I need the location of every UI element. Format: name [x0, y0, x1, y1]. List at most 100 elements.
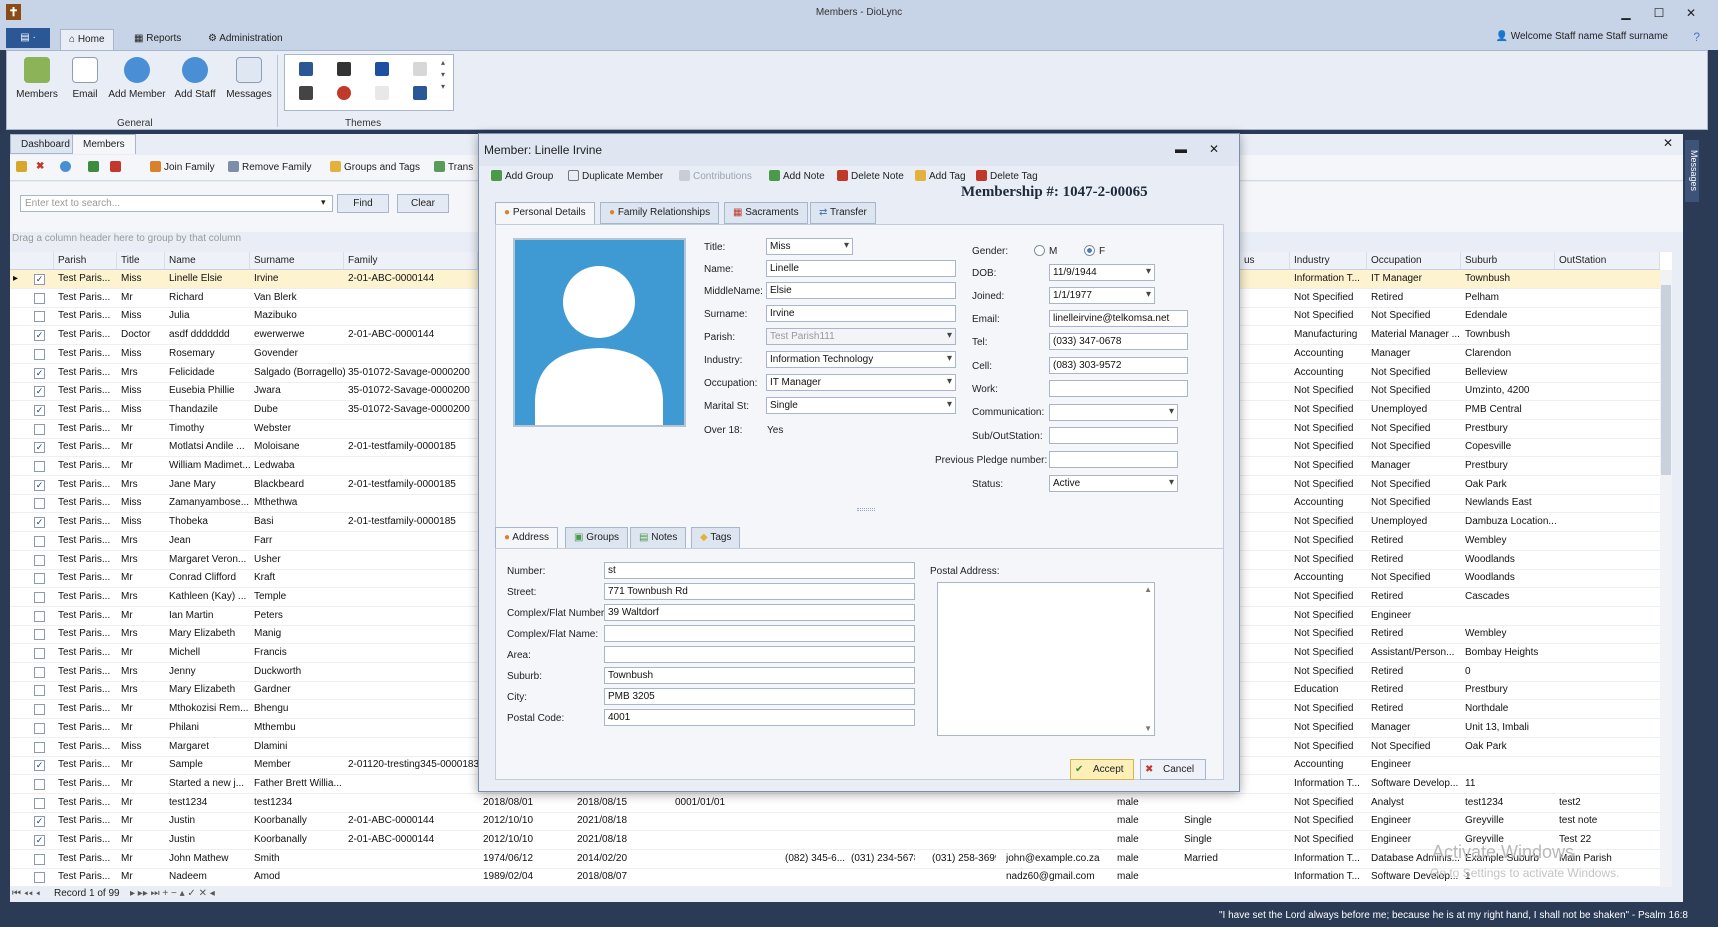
- tab-transfer[interactable]: ⇄ Transfer: [810, 202, 876, 224]
- grid-header-name[interactable]: Name: [165, 252, 250, 270]
- member-photo[interactable]: [513, 238, 686, 427]
- delete-icon[interactable]: ✖: [36, 161, 44, 172]
- tab-family-relationships[interactable]: ● Family Relationships: [600, 202, 720, 224]
- row-checkbox[interactable]: [34, 853, 45, 865]
- grid-header-surname[interactable]: Surname: [250, 252, 344, 270]
- add-group-button[interactable]: Add Group: [491, 170, 553, 182]
- sub-outstation-field[interactable]: [1049, 427, 1178, 444]
- delete-tag-button[interactable]: Delete Tag: [976, 170, 1038, 182]
- row-checkbox[interactable]: ✓: [34, 442, 45, 454]
- duplicate-member-button[interactable]: Duplicate Member: [568, 170, 663, 182]
- theme-swatch-icon[interactable]: [337, 62, 351, 76]
- marital-select[interactable]: Single: [766, 397, 956, 414]
- delete-note-button[interactable]: Delete Note: [837, 170, 904, 182]
- close-button[interactable]: ✕: [1680, 4, 1702, 22]
- theme-swatch-icon[interactable]: [299, 86, 313, 100]
- search-input[interactable]: Enter text to search...: [20, 195, 333, 212]
- row-checkbox[interactable]: [34, 666, 45, 678]
- industry-select[interactable]: Information Technology: [766, 351, 956, 368]
- nav-first-icon[interactable]: ⏮ ◂◂ ◂: [12, 888, 40, 899]
- find-button[interactable]: Find: [337, 194, 389, 213]
- cancel-button[interactable]: ✖ Cancel: [1140, 759, 1206, 780]
- work-field[interactable]: [1049, 380, 1188, 397]
- tab-administration[interactable]: ⚙ Administration: [200, 29, 291, 50]
- row-checkbox[interactable]: ✓: [34, 517, 45, 529]
- clear-button[interactable]: Clear: [397, 194, 449, 213]
- edit-icon[interactable]: [16, 161, 30, 173]
- tab-groups[interactable]: ▣ Groups: [565, 527, 629, 549]
- name-field[interactable]: Linelle: [766, 260, 956, 277]
- theme-swatch-icon[interactable]: [413, 86, 427, 100]
- tab-members[interactable]: Members: [72, 134, 136, 154]
- complex-name-field[interactable]: [604, 625, 915, 642]
- grid-header-status[interactable]: us: [1240, 252, 1290, 270]
- accept-button[interactable]: ✔ Accept: [1070, 759, 1134, 780]
- row-checkbox[interactable]: ✓: [34, 330, 45, 342]
- row-checkbox[interactable]: [34, 423, 45, 435]
- row-checkbox[interactable]: [34, 648, 45, 659]
- grid-header-industry[interactable]: Industry: [1290, 252, 1367, 270]
- row-checkbox[interactable]: [34, 535, 45, 547]
- export-excel-icon[interactable]: [88, 161, 102, 173]
- dialog-close-button[interactable]: ✕: [1209, 142, 1219, 156]
- row-checkbox[interactable]: [34, 591, 45, 603]
- parish-select[interactable]: Test Parish111: [766, 328, 956, 345]
- communication-select[interactable]: [1049, 404, 1178, 421]
- title-select[interactable]: Miss: [766, 238, 853, 255]
- row-checkbox[interactable]: [34, 554, 45, 566]
- email-field[interactable]: linelleirvine@telkomsa.net: [1049, 310, 1188, 327]
- postal-address-field[interactable]: ▲ ▼: [937, 582, 1155, 736]
- tab-notes[interactable]: ▤ Notes: [630, 527, 687, 549]
- grid-header-suburb[interactable]: Suburb: [1461, 252, 1555, 270]
- grid-header-occupation[interactable]: Occupation: [1367, 252, 1461, 270]
- postal-code-field[interactable]: 4001: [604, 709, 915, 726]
- occupation-select[interactable]: IT Manager: [766, 374, 956, 391]
- complex-number-field[interactable]: 39 Waltdorf: [604, 604, 915, 621]
- row-checkbox[interactable]: [34, 872, 45, 884]
- row-checkbox[interactable]: [34, 722, 45, 734]
- city-field[interactable]: PMB 3205: [604, 688, 915, 705]
- tab-dashboard[interactable]: Dashboard: [10, 134, 81, 154]
- tab-reports[interactable]: ▦ Reports: [126, 29, 189, 50]
- row-checkbox[interactable]: ✓: [34, 404, 45, 416]
- theme-swatch-icon[interactable]: [299, 62, 313, 76]
- close-doc-icon[interactable]: ✕: [1663, 136, 1673, 150]
- table-row[interactable]: Test Paris... Mr test1234 test1234 Not Speci…: [10, 794, 1660, 813]
- number-field[interactable]: st: [604, 562, 915, 579]
- tel-field[interactable]: (033) 347-0678: [1049, 333, 1188, 350]
- area-field[interactable]: [604, 646, 915, 663]
- row-checkbox[interactable]: [34, 498, 45, 510]
- dob-field[interactable]: 11/9/1944: [1049, 264, 1155, 281]
- row-checkbox[interactable]: [34, 610, 45, 622]
- table-row[interactable]: ✓ Test Paris... Mr Justin Koorbanally 2-01-AB…: [10, 831, 1660, 850]
- scroll-up-icon[interactable]: ▲: [1144, 585, 1152, 594]
- tab-address[interactable]: ● Address: [495, 527, 558, 549]
- row-checkbox[interactable]: [34, 685, 45, 697]
- theme-swatch-icon[interactable]: [375, 62, 389, 76]
- row-checkbox[interactable]: [34, 704, 45, 716]
- joined-field[interactable]: 1/1/1977: [1049, 287, 1155, 304]
- grid-header-parish[interactable]: Parish: [54, 252, 117, 270]
- status-select[interactable]: Active: [1049, 475, 1178, 492]
- chevron-down-icon[interactable]: ▾: [321, 197, 326, 208]
- gender-male-radio[interactable]: [1034, 245, 1045, 256]
- theme-swatch-icon[interactable]: [413, 62, 427, 76]
- middlename-field[interactable]: Elsie: [766, 282, 956, 299]
- row-checkbox[interactable]: [34, 461, 45, 472]
- row-checkbox[interactable]: [34, 311, 45, 323]
- maximize-button[interactable]: ☐: [1648, 4, 1670, 22]
- row-checkbox[interactable]: ✓: [34, 386, 45, 398]
- row-checkbox[interactable]: [34, 629, 45, 641]
- contributions-button[interactable]: Contributions: [679, 170, 752, 182]
- grid-header-family[interactable]: Family: [344, 252, 478, 270]
- add-note-button[interactable]: Add Note: [769, 170, 825, 182]
- splitter-grip[interactable]: [857, 508, 875, 511]
- street-field[interactable]: 771 Townbush Rd: [604, 583, 915, 600]
- nav-next-icon[interactable]: ▸ ▸▸ ⏭ + − ▴ ✓ ✕ ◂: [130, 888, 215, 899]
- tab-tags[interactable]: ◆ Tags: [691, 527, 741, 549]
- cell-field[interactable]: (083) 303-9572: [1049, 357, 1188, 374]
- row-checkbox[interactable]: [34, 778, 45, 790]
- tab-home[interactable]: ⌂ Home: [60, 29, 114, 50]
- row-checkbox[interactable]: ✓: [34, 835, 45, 846]
- groups-tags-button[interactable]: Groups and Tags: [330, 161, 420, 173]
